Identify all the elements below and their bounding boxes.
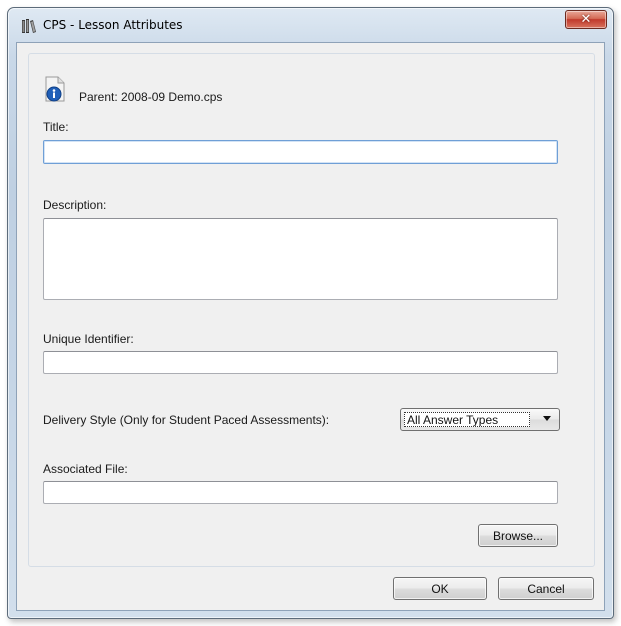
document-info-icon: [43, 76, 67, 104]
ok-button[interactable]: OK: [393, 577, 487, 600]
description-label: Description:: [43, 198, 107, 212]
unique-identifier-input[interactable]: [43, 351, 558, 374]
close-icon: ✕: [580, 12, 592, 27]
associated-file-label: Associated File:: [43, 462, 128, 476]
title-label: Title:: [43, 120, 69, 134]
delivery-style-label: Delivery Style (Only for Student Paced A…: [43, 413, 330, 427]
lesson-attributes-dialog: CPS - Lesson Attributes ✕ Parent: 2008-0…: [7, 7, 614, 619]
delivery-style-dropdown[interactable]: All Answer Types: [400, 408, 560, 431]
parent-label: Parent: 2008-09 Demo.cps: [79, 90, 223, 104]
dialog-client-area: Parent: 2008-09 Demo.cps Title: Descript…: [16, 42, 605, 611]
window-title: CPS - Lesson Attributes: [43, 18, 183, 32]
chevron-down-icon: [543, 416, 551, 421]
close-button[interactable]: ✕: [565, 10, 607, 29]
title-bar[interactable]: CPS - Lesson Attributes ✕: [8, 8, 613, 42]
unique-identifier-label: Unique Identifier:: [43, 332, 134, 346]
cancel-button[interactable]: Cancel: [498, 577, 594, 600]
delivery-style-selected: All Answer Types: [404, 412, 530, 427]
associated-file-input[interactable]: [43, 481, 558, 504]
browse-button[interactable]: Browse...: [478, 524, 558, 547]
attributes-group: Parent: 2008-09 Demo.cps Title: Descript…: [28, 53, 595, 567]
description-textarea[interactable]: [43, 218, 558, 300]
title-input[interactable]: [43, 140, 558, 164]
books-icon: [21, 18, 37, 34]
